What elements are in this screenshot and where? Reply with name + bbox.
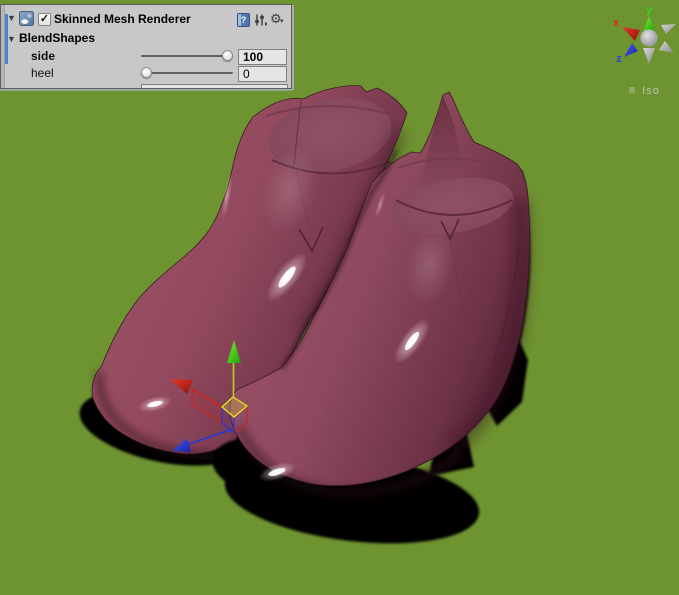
projection-toggle[interactable]: ≡ Iso (628, 83, 659, 97)
axis-y-label: y (646, 4, 653, 16)
blendshape-side-value[interactable]: 100 (238, 49, 287, 65)
axis-z-label: z (616, 53, 622, 65)
blendshape-side-slider[interactable] (141, 50, 233, 62)
orientation-gizmo-hub[interactable] (640, 29, 658, 47)
skinned-mesh-renderer-icon (19, 11, 34, 26)
projection-menu-icon[interactable]: ≡ (628, 83, 635, 97)
component-title: Skinned Mesh Renderer (54, 12, 191, 26)
blendshapes-foldout-icon[interactable]: ▼ (7, 35, 16, 44)
slider-track[interactable] (141, 55, 233, 57)
blendshape-heel-label: heel (31, 66, 54, 80)
slider-track[interactable] (141, 72, 233, 74)
gear-icon[interactable]: ⚙ ▾ (270, 11, 286, 27)
blendshapes-section-label: BlendShapes (19, 31, 96, 45)
scene-canvas[interactable]: y x z ≡ Iso (0, 0, 679, 595)
blendshape-heel-slider[interactable] (141, 67, 233, 79)
presets-icon[interactable] (254, 13, 267, 27)
component-enabled-checkbox[interactable]: ✓ (38, 13, 51, 26)
blendshape-side-label: side (31, 49, 56, 63)
gear-caret-icon: ▾ (280, 18, 284, 25)
next-row-partial-field (141, 84, 288, 88)
component-foldout-icon[interactable]: ▼ (7, 14, 16, 23)
scene-view[interactable]: y x z ≡ Iso ▼ ✓ Skinned Mesh Renderer ? (0, 0, 679, 595)
axis-x-label: x (613, 17, 620, 29)
projection-label[interactable]: Iso (642, 85, 660, 97)
blendshape-heel-value[interactable]: 0 (238, 66, 287, 82)
slider-handle[interactable] (222, 50, 233, 61)
inspector-panel: ▼ ✓ Skinned Mesh Renderer ? ⚙ ▾ ▼ BlendS… (0, 4, 292, 89)
slider-handle[interactable] (141, 67, 152, 78)
help-icon[interactable]: ? (237, 13, 250, 27)
